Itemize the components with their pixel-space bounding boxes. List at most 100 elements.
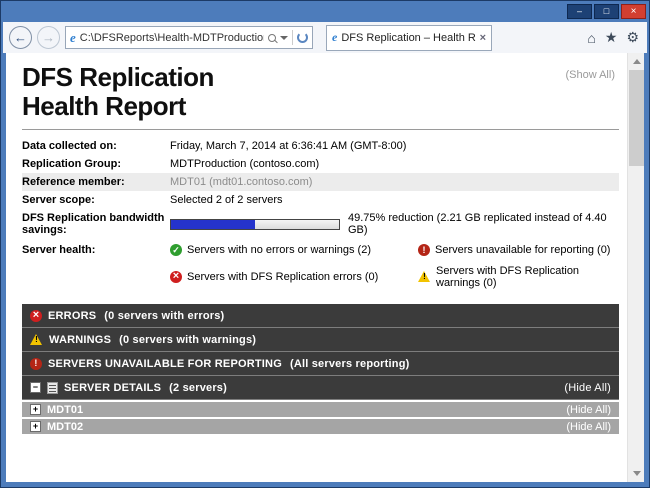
- back-arrow-icon: ←: [14, 30, 27, 45]
- title-divider: [22, 129, 619, 130]
- hide-all-link[interactable]: (Hide All): [566, 421, 611, 433]
- maximize-button[interactable]: □: [594, 4, 619, 19]
- report-sections: ERRORS (0 servers with errors) WARNINGS …: [22, 304, 619, 434]
- error-circle-icon: [170, 271, 182, 283]
- minimize-icon: –: [577, 7, 582, 16]
- section-title: WARNINGS: [49, 334, 111, 346]
- section-detail: (All servers reporting): [290, 358, 410, 370]
- check-circle-icon: [170, 244, 182, 256]
- browser-toolbar: ← → e C:\DFSReports\Health-MDTProduction…: [3, 22, 647, 53]
- page-content: (Show All) DFS Replication Health Report…: [6, 53, 644, 482]
- field-row-data-collected: Data collected on: Friday, March 7, 2014…: [22, 137, 619, 155]
- hide-all-link[interactable]: (Hide All): [566, 404, 611, 416]
- tab-dfs-report[interactable]: e DFS Replication – Health Re... ×: [326, 25, 492, 51]
- field-label: DFS Replication bandwidth savings:: [22, 212, 170, 236]
- back-button[interactable]: ←: [9, 26, 32, 49]
- server-details-icon: [47, 382, 58, 394]
- home-icon[interactable]: ⌂: [587, 30, 595, 46]
- expand-icon[interactable]: +: [30, 421, 41, 432]
- health-item-errors: Servers with DFS Replication errors (0): [170, 265, 418, 289]
- field-value: MDTProduction (contoso.com): [170, 158, 619, 170]
- section-errors[interactable]: ERRORS (0 servers with errors): [22, 304, 619, 328]
- section-unavailable[interactable]: SERVERS UNAVAILABLE FOR REPORTING (All s…: [22, 352, 619, 376]
- scroll-up-icon[interactable]: [628, 53, 644, 70]
- caption-buttons: – □ ×: [567, 4, 646, 19]
- warning-triangle-icon: [418, 271, 431, 283]
- refresh-icon[interactable]: [297, 32, 308, 43]
- server-row-mdt01[interactable]: + MDT01 (Hide All): [22, 400, 619, 417]
- page-title: DFS Replication Health Report: [22, 63, 619, 121]
- close-button[interactable]: ×: [621, 4, 646, 19]
- health-item-text: Servers unavailable for reporting (0): [435, 244, 610, 256]
- favorites-star-icon[interactable]: ★: [605, 29, 618, 46]
- section-detail: (0 servers with warnings): [119, 334, 256, 346]
- scrollbar[interactable]: [627, 53, 644, 482]
- section-title: ERRORS: [48, 310, 96, 322]
- field-label: Server scope:: [22, 194, 170, 206]
- ie-favicon: e: [70, 30, 76, 46]
- field-value: Friday, March 7, 2014 at 6:36:41 AM (GMT…: [170, 140, 619, 152]
- toolbar-right-icons: ⌂ ★ ⚙: [587, 29, 641, 46]
- collapse-icon[interactable]: −: [30, 382, 41, 393]
- show-all-link[interactable]: (Show All): [565, 69, 615, 81]
- field-row-server-health: Server health: Servers with no errors or…: [22, 241, 619, 292]
- field-row-replication-group: Replication Group: MDTProduction (contos…: [22, 155, 619, 173]
- health-item-unavailable: Servers unavailable for reporting (0): [418, 244, 619, 256]
- tab-favicon-icon: e: [332, 30, 337, 45]
- forward-button[interactable]: →: [37, 26, 60, 49]
- search-icon[interactable]: [268, 34, 276, 42]
- field-row-reference-member: Reference member: MDT01 (mdt01.contoso.c…: [22, 173, 619, 191]
- section-server-details[interactable]: − SERVER DETAILS (2 servers) (Hide All): [22, 376, 619, 400]
- page-title-line1: DFS Replication: [22, 63, 619, 92]
- server-name: MDT02: [47, 421, 83, 433]
- report-body: (Show All) DFS Replication Health Report…: [6, 53, 627, 482]
- health-item-ok: Servers with no errors or warnings (2): [170, 244, 418, 256]
- expand-icon[interactable]: +: [30, 404, 41, 415]
- field-label: Server health:: [22, 244, 170, 256]
- unavailable-circle-icon: [30, 358, 42, 370]
- tab-title: DFS Replication – Health Re...: [341, 32, 475, 44]
- browser-window: – □ × ← → e C:\DFSReports\Health-MDTProd…: [0, 0, 650, 488]
- section-title: SERVER DETAILS: [64, 382, 161, 394]
- field-value: Selected 2 of 2 servers: [170, 194, 619, 206]
- scroll-down-icon[interactable]: [628, 465, 644, 482]
- hide-all-link[interactable]: (Hide All): [564, 382, 611, 394]
- section-detail: (2 servers): [169, 382, 227, 394]
- section-warnings[interactable]: WARNINGS (0 servers with warnings): [22, 328, 619, 352]
- report-fields: Data collected on: Friday, March 7, 2014…: [22, 137, 619, 292]
- address-bar[interactable]: e C:\DFSReports\Health-MDTProduction-07M: [65, 26, 313, 49]
- titlebar[interactable]: – □ ×: [1, 1, 649, 22]
- field-value: MDT01 (mdt01.contoso.com): [170, 176, 619, 188]
- section-detail: (0 servers with errors): [104, 310, 224, 322]
- forward-arrow-icon: →: [42, 30, 55, 45]
- tab-close-icon[interactable]: ×: [480, 32, 486, 44]
- field-row-server-scope: Server scope: Selected 2 of 2 servers: [22, 191, 619, 209]
- field-row-bandwidth: DFS Replication bandwidth savings: 49.75…: [22, 209, 619, 239]
- health-item-text: Servers with DFS Replication errors (0): [187, 271, 378, 283]
- field-label: Data collected on:: [22, 140, 170, 152]
- error-circle-icon: [30, 310, 42, 322]
- server-name: MDT01: [47, 404, 83, 416]
- close-icon: ×: [631, 7, 637, 17]
- server-row-mdt02[interactable]: + MDT02 (Hide All): [22, 417, 619, 434]
- chevron-down-icon[interactable]: [280, 36, 288, 40]
- bandwidth-text: 49.75% reduction (2.21 GB replicated ins…: [348, 212, 619, 236]
- server-health-grid: Servers with no errors or warnings (2) S…: [170, 244, 619, 289]
- section-title: SERVERS UNAVAILABLE FOR REPORTING: [48, 358, 282, 370]
- page-title-line2: Health Report: [22, 92, 619, 121]
- bandwidth-progress-fill: [171, 220, 255, 229]
- address-bar-divider: [292, 30, 293, 45]
- health-item-text: Servers with no errors or warnings (2): [187, 244, 371, 256]
- health-item-text: Servers with DFS Replication warnings (0…: [436, 265, 619, 289]
- settings-gear-icon[interactable]: ⚙: [626, 29, 639, 46]
- warning-triangle-icon: [30, 334, 43, 346]
- address-text[interactable]: C:\DFSReports\Health-MDTProduction-07M: [80, 32, 264, 44]
- minimize-button[interactable]: –: [567, 4, 592, 19]
- unavailable-circle-icon: [418, 244, 430, 256]
- field-label: Reference member:: [22, 176, 170, 188]
- maximize-icon: □: [604, 7, 609, 16]
- health-item-warnings: Servers with DFS Replication warnings (0…: [418, 265, 619, 289]
- scrollbar-thumb[interactable]: [629, 70, 644, 166]
- field-label: Replication Group:: [22, 158, 170, 170]
- bandwidth-progress-bar: [170, 219, 340, 230]
